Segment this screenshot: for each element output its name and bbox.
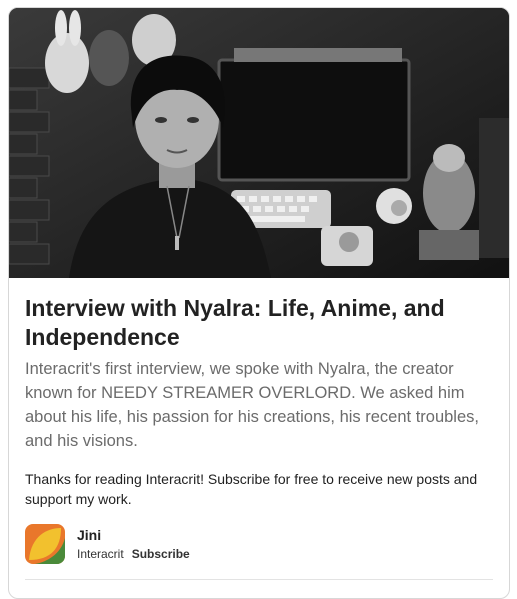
divider [25,579,493,580]
author-meta: Interacrit Subscribe [77,545,190,563]
publication-name[interactable]: Interacrit [77,547,124,561]
subscribe-link[interactable]: Subscribe [132,547,190,561]
author-block: Jini Interacrit Subscribe [25,523,493,565]
article-subtitle: Interacrit's first interview, we spoke w… [25,360,479,450]
article-card[interactable]: Interview with Nyalra: Life, Anime, and … [8,7,510,599]
publication-logo-icon [25,524,65,564]
subscribe-note: Thanks for reading Interacrit! Subscribe… [25,471,478,507]
hero-image[interactable] [9,8,509,278]
article-title[interactable]: Interview with Nyalra: Life, Anime, and … [25,294,493,352]
hero-photo [9,8,509,278]
author-name[interactable]: Jini [77,526,190,545]
avatar[interactable] [25,524,65,564]
